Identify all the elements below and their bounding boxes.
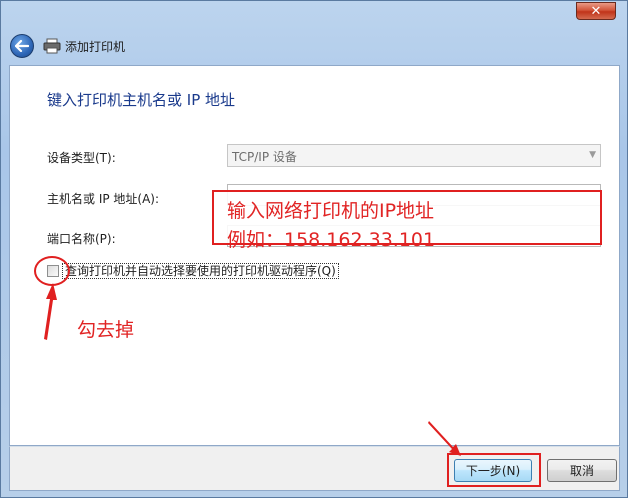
next-button[interactable]: 下一步(N) (454, 459, 532, 482)
device-type-label: 设备类型(T): (47, 151, 116, 165)
port-label: 端口名称(P): (47, 232, 116, 246)
chevron-down-icon: ▼ (589, 150, 596, 160)
query-checkbox-label[interactable]: 查询打印机并自动选择要使用的打印机驱动程序(Q) (62, 263, 339, 279)
annotation-line-2: 例如：158.162.33.101 (227, 229, 436, 251)
device-type-value: TCP/IP 设备 (232, 150, 297, 164)
annotation-uncheck-hint: 勾去掉 (77, 319, 135, 341)
wizard-content (9, 65, 620, 446)
annotation-line-1: 输入网络打印机的IP地址 (227, 200, 435, 222)
add-printer-window: ✕ 添加打印机 键入打印机主机名或 IP 地址 设备类型(T): TCP/IP … (0, 0, 628, 498)
window-title: 添加打印机 (65, 40, 126, 54)
printer-icon (43, 38, 61, 54)
device-type-select[interactable]: TCP/IP 设备 ▼ (227, 144, 601, 167)
close-icon: ✕ (590, 3, 602, 19)
back-arrow-icon (15, 40, 29, 52)
host-label: 主机名或 IP 地址(A): (47, 192, 160, 206)
close-button[interactable]: ✕ (576, 2, 616, 20)
back-button[interactable] (10, 34, 34, 58)
cancel-button[interactable]: 取消 (547, 459, 617, 482)
page-heading: 键入打印机主机名或 IP 地址 (47, 91, 236, 109)
annotation-circle (34, 256, 70, 286)
